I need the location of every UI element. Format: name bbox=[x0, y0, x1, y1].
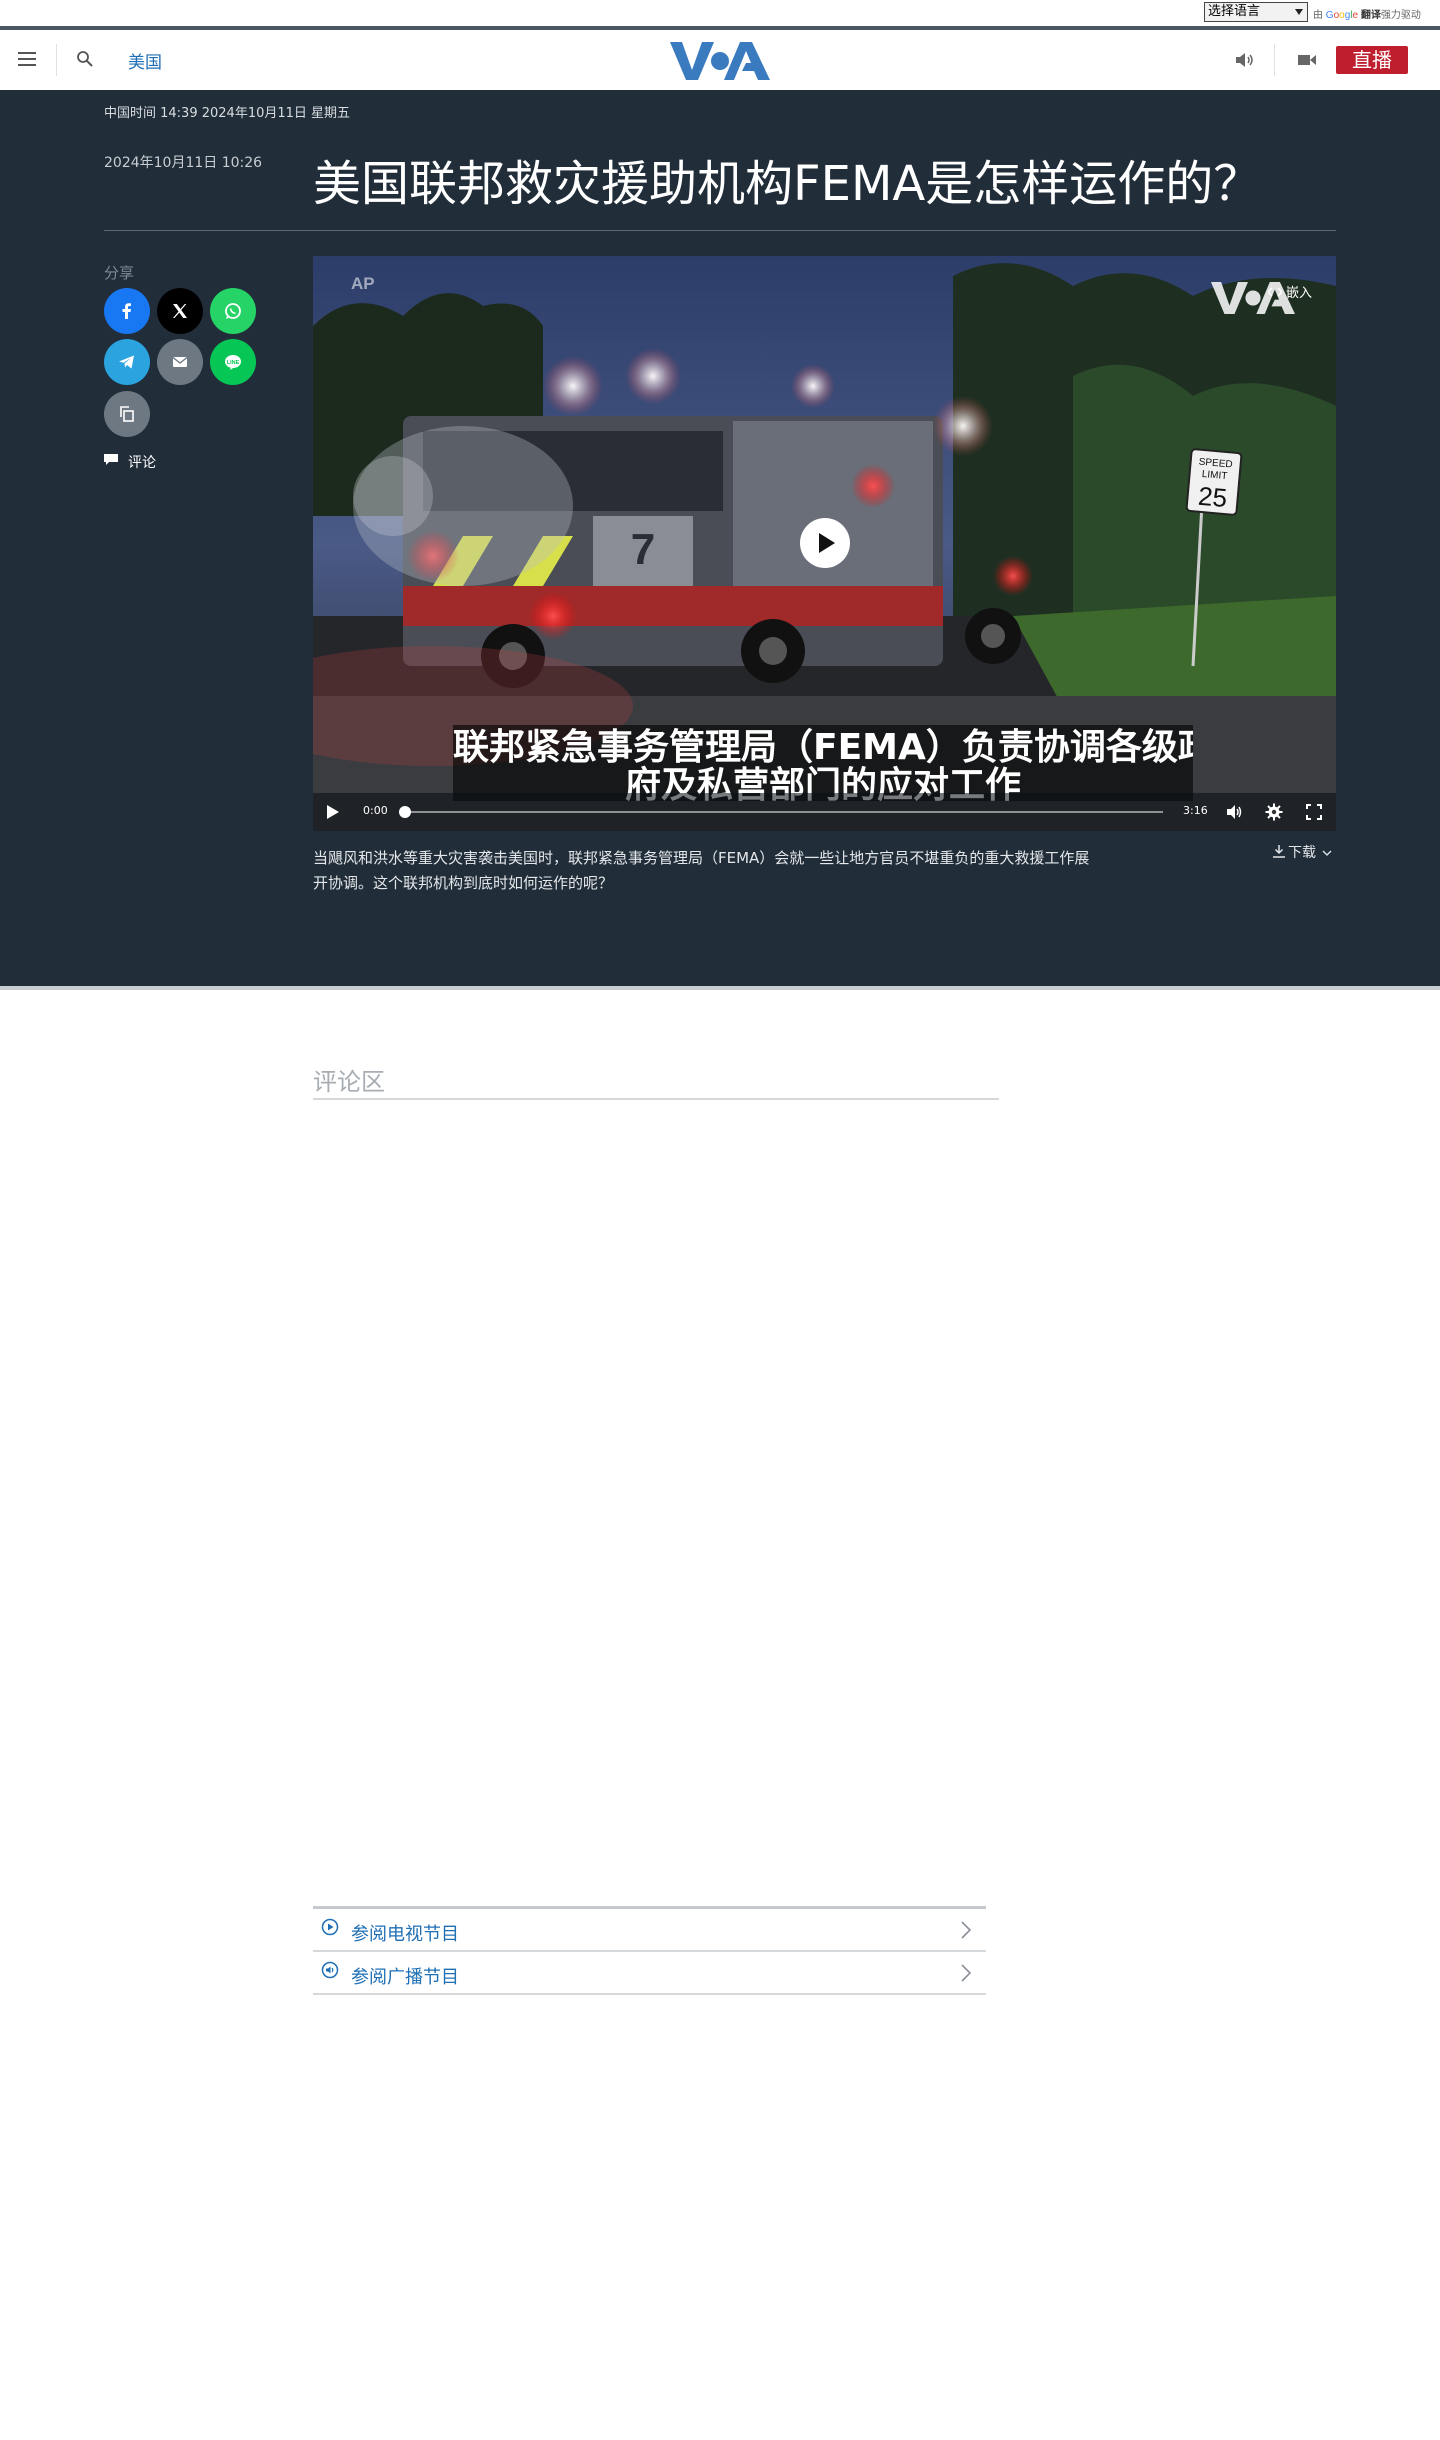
ap-watermark: AP bbox=[351, 274, 375, 293]
play-button-large[interactable] bbox=[800, 518, 850, 568]
sign-number: 25 bbox=[1197, 481, 1228, 513]
volume-icon[interactable] bbox=[1225, 803, 1243, 821]
facebook-icon bbox=[122, 303, 131, 319]
radio-programs-label: 参阅广播节目 bbox=[351, 1967, 459, 1988]
translate-bar: 选择语言 由 Google 翻译强力驱动 bbox=[0, 0, 1440, 26]
share-whatsapp-button[interactable] bbox=[210, 288, 256, 334]
tv-programs-label: 参阅电视节目 bbox=[351, 1924, 459, 1945]
svg-text:LINE: LINE bbox=[227, 360, 240, 366]
download-label: 下载 bbox=[1288, 845, 1316, 861]
progress-thumb[interactable] bbox=[399, 806, 411, 818]
live-button[interactable]: 直播 bbox=[1336, 46, 1408, 74]
video-player[interactable]: 7 SPEED LIMIT 25 AP 嵌入 联邦紧急事务管理局（FEMA）负责… bbox=[313, 256, 1336, 831]
duration: 3:16 bbox=[1183, 804, 1208, 817]
embed-label: 嵌入 bbox=[1286, 286, 1313, 301]
program-links: 参阅电视节目 参阅广播节目 bbox=[313, 1906, 986, 1995]
speaker-icon[interactable] bbox=[1234, 50, 1256, 70]
google-translate-credit[interactable]: 由 Google 翻译强力驱动 bbox=[1313, 6, 1421, 21]
share-telegram-button[interactable] bbox=[104, 339, 150, 385]
whatsapp-icon bbox=[225, 303, 241, 319]
copy-link-button[interactable] bbox=[104, 391, 150, 437]
site-header: 美国 直播 bbox=[0, 30, 1440, 90]
publish-date: 2024年10月11日 10:26 bbox=[104, 155, 263, 171]
play-icon[interactable] bbox=[327, 805, 339, 819]
embed-code-icon bbox=[1268, 287, 1282, 297]
share-email-button[interactable] bbox=[157, 339, 203, 385]
header-divider bbox=[1274, 44, 1275, 76]
video-controls: 0:00 3:16 bbox=[313, 793, 1336, 831]
share-label: 分享 bbox=[104, 264, 135, 282]
powered-suffix: 强力驱动 bbox=[1380, 10, 1421, 21]
share-facebook-button[interactable] bbox=[104, 288, 150, 334]
comments-link-label: 评论 bbox=[128, 455, 156, 471]
section-divider bbox=[0, 986, 1440, 990]
embed-button[interactable]: 嵌入 bbox=[1268, 282, 1312, 301]
current-time: 0:00 bbox=[363, 804, 388, 817]
share-line-button[interactable]: LINE bbox=[210, 339, 256, 385]
powered-prefix: 由 bbox=[1313, 10, 1323, 21]
powered-translate: 翻译 bbox=[1360, 10, 1381, 21]
copy-icon bbox=[120, 406, 134, 422]
article-title: 美国联邦救灾援助机构FEMA是怎样运作的？ bbox=[313, 156, 1262, 212]
video-camera-icon[interactable] bbox=[1296, 50, 1318, 70]
video-subtitle: 联邦紧急事务管理局（FEMA）负责协调各级政 府及私营部门的应对工作 bbox=[453, 725, 1193, 801]
chevron-down-icon bbox=[1295, 9, 1303, 15]
chevron-down-icon bbox=[1322, 850, 1332, 856]
header-divider bbox=[56, 44, 57, 76]
sign-line2: LIMIT bbox=[1201, 469, 1227, 482]
settings-gear-icon[interactable] bbox=[1265, 803, 1283, 821]
x-icon bbox=[173, 304, 187, 318]
chevron-right-icon bbox=[961, 1964, 972, 1982]
line-icon: LINE bbox=[225, 355, 241, 370]
tv-programs-link[interactable]: 参阅电视节目 bbox=[313, 1909, 986, 1952]
fullscreen-icon[interactable] bbox=[1305, 803, 1323, 821]
truck-number: 7 bbox=[631, 525, 655, 574]
download-button[interactable]: 下载 bbox=[1272, 842, 1332, 862]
section-link-us[interactable]: 美国 bbox=[128, 48, 162, 73]
share-x-button[interactable] bbox=[157, 288, 203, 334]
comment-icon bbox=[104, 454, 118, 465]
radio-programs-link[interactable]: 参阅广播节目 bbox=[313, 1952, 986, 1995]
google-logo: Google bbox=[1325, 10, 1359, 21]
local-time: 中国时间 14:39 2024年10月11日 星期五 bbox=[104, 106, 351, 121]
email-icon bbox=[172, 356, 188, 367]
title-divider bbox=[104, 230, 1336, 231]
comments-section-title: 评论区 bbox=[313, 1068, 385, 1096]
language-select[interactable]: 选择语言 bbox=[1204, 2, 1308, 22]
comments-divider bbox=[313, 1098, 999, 1100]
menu-icon[interactable] bbox=[18, 52, 36, 66]
play-circle-icon bbox=[321, 1918, 339, 1936]
search-icon[interactable] bbox=[76, 50, 94, 68]
language-select-value: 选择语言 bbox=[1208, 4, 1261, 19]
progress-track[interactable] bbox=[403, 811, 1163, 813]
voa-logo[interactable] bbox=[670, 40, 770, 82]
download-icon bbox=[1273, 845, 1285, 858]
chevron-right-icon bbox=[961, 1921, 972, 1939]
speaker-circle-icon bbox=[321, 1961, 339, 1979]
video-caption: 当飓风和洪水等重大灾害袭击美国时，联邦紧急事务管理局（FEMA）会就一些让地方官… bbox=[313, 849, 1090, 892]
telegram-icon bbox=[119, 355, 134, 369]
